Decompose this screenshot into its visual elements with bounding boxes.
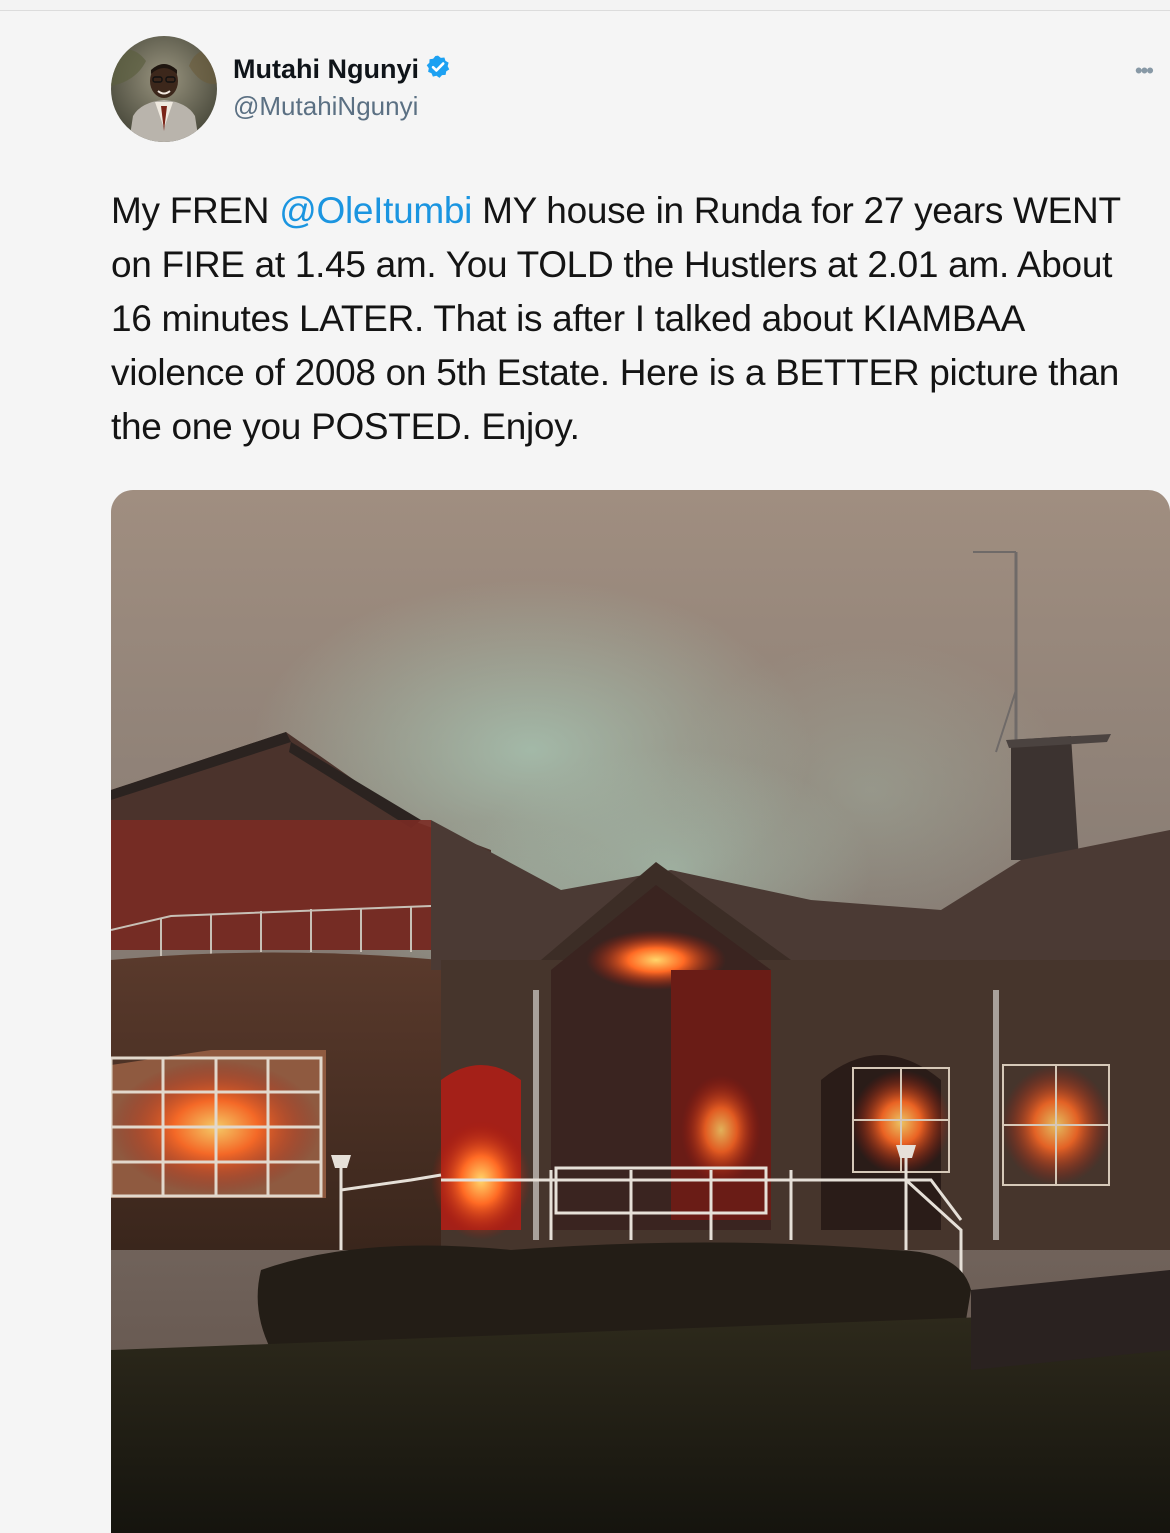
mention-link[interactable]: @OleItumbi [279,190,472,231]
author-name-row: Mutahi Ngunyi [233,54,451,85]
tweet-text: My FREN @OleItumbi MY house in Runda for… [111,184,1161,454]
avatar-photo [111,36,217,142]
author-handle[interactable]: @MutahiNgunyi [233,91,451,122]
burning-house-photo [111,490,1170,1533]
tweet-author: Mutahi Ngunyi @MutahiNgunyi [233,54,451,122]
author-display-name[interactable]: Mutahi Ngunyi [233,54,419,85]
author-avatar[interactable] [111,36,217,142]
verified-badge-icon [425,54,451,85]
more-dots-icon[interactable]: ••• [1135,58,1154,84]
tweet-text-part1: My FREN [111,190,280,231]
tweet-media-photo[interactable] [111,490,1170,1533]
